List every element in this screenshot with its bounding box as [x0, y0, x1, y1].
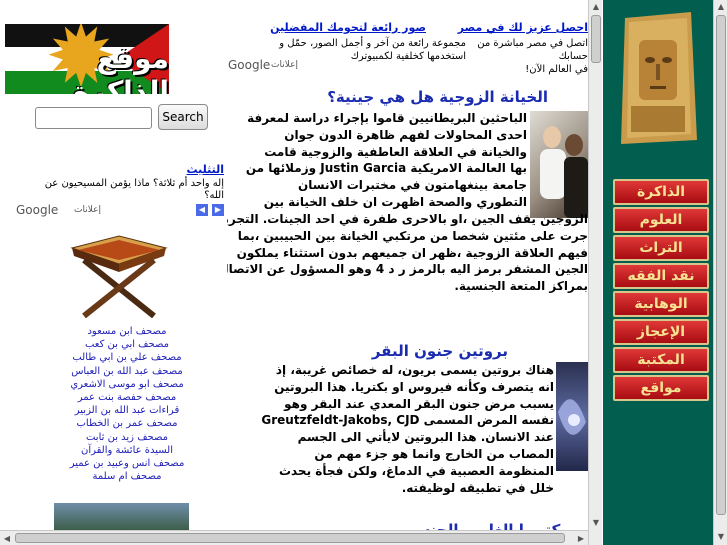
mushaf-links-list: مصحف ابن مسعود مصحف ابي بن كعب مصحف علي … — [37, 325, 217, 483]
top-ad-2-title[interactable]: صور رائعة لتحومك المفضلين — [226, 21, 466, 34]
right-navigation-frame: الذاكرة العلوم التراث نقد الفقه الوهابية… — [603, 0, 713, 545]
nav-item-wahhabism[interactable]: الوهابية — [613, 291, 709, 317]
article-2-heading[interactable]: بروتين جنون البقر — [372, 342, 508, 360]
mushaf-link[interactable]: قراءات عبد الله بن الزبير — [37, 404, 217, 417]
article-line: والخيانة في العلاقة العاطفية والزوجية قا… — [264, 144, 527, 159]
nav-item-sites[interactable]: مواقع — [613, 375, 709, 401]
left-ad-title[interactable]: التثليث — [186, 163, 224, 176]
article-line: المنظومة العصبية في الدماغ، ولكن فجأة يح… — [278, 463, 554, 478]
nav-item-library[interactable]: المكتبة — [613, 347, 709, 373]
ad-prev-icon[interactable]: ◀ — [196, 204, 208, 216]
google-ads-logo[interactable]: Google — [228, 58, 270, 72]
mushaf-link[interactable]: مصحف ابي بن كعب — [37, 338, 217, 351]
horizontal-scroll-thumb[interactable] — [15, 533, 565, 543]
article-line: فيهم العلاقة الزوجية ،ظهر ان جميعهم بدون… — [236, 245, 588, 260]
nav-item-miracle[interactable]: الإعجاز — [613, 319, 709, 345]
top-ad-2-line1: مجموعة رائعة من آخر و أجمل الصور، حمّل و — [279, 38, 466, 49]
nav-item-sciences[interactable]: العلوم — [613, 207, 709, 233]
article-line: بها العالمة الامريكية Justin Garcia وزمل… — [245, 161, 527, 176]
scroll-left-icon[interactable]: ◀ — [0, 532, 14, 545]
top-ad-1: احصل عزيز لك في مصر اتصل في مصر مباشرة م… — [458, 21, 588, 76]
article-line: احدى المحاولات لفهم ظاهرة الدون جوان — [284, 127, 527, 142]
article-1-heading[interactable]: الخيانة الزوجية هل هي جينية؟ — [327, 88, 548, 106]
ads-label[interactable]: إعلانات — [74, 205, 101, 215]
quran-book-icon — [70, 235, 168, 318]
article-1-body-cont: الزوجين يقف الجين ،او بالاحرى طفرة في اح… — [227, 211, 588, 295]
top-ad-1-line1: اتصل في مصر مباشرة من حسابك — [477, 38, 588, 62]
article-line: بمراكز المتعة الجنسية. — [454, 279, 588, 294]
article-2-body: هناك بروتين يسمى بريون، له خصائص غريبة، … — [244, 362, 554, 496]
ad-next-icon[interactable]: ▶ — [212, 204, 224, 216]
top-ad-banner: احصل عزيز لك في مصر اتصل في مصر مباشرة م… — [226, 21, 588, 79]
stone-relief-image — [621, 12, 697, 144]
article-line: الزوجين يقف الجين ،او بالاحرى طفرة في اح… — [227, 212, 588, 226]
article-1-photo — [530, 111, 588, 218]
scroll-up-icon[interactable]: ▲ — [590, 0, 602, 14]
left-ad-box: التثليث إله واحد أم ثلاثة؟ ماذا يؤمن الم… — [14, 162, 227, 218]
scroll-down-icon[interactable]: ▼ — [715, 530, 727, 544]
scroll-down-icon[interactable]: ▼ — [590, 516, 602, 530]
ads-label[interactable]: إعلانات — [271, 60, 298, 70]
mushaf-link[interactable]: مصحف عمر بن الخطاب — [37, 417, 217, 430]
google-ads-logo[interactable]: Google — [16, 203, 58, 217]
scroll-right-icon[interactable]: ▶ — [574, 532, 588, 545]
article-line: التطوري والصحة اظهرت ان خلف الخيانة بين — [263, 194, 527, 209]
top-ad-1-title[interactable]: احصل عزيز لك في مصر — [458, 21, 588, 34]
left-ad-text-1: إله واحد أم ثلاثة؟ ماذا يؤمن المسيحيون ع… — [44, 178, 224, 189]
horizontal-scrollbar[interactable]: ◀ ▶ — [0, 530, 588, 545]
scroll-up-icon[interactable]: ▲ — [715, 0, 727, 14]
mushaf-link[interactable]: مصحف ابن مسعود — [37, 325, 217, 338]
top-ad-1-line2: في العالم الآن! — [525, 64, 588, 75]
article-line: جامعة بينغهامتون في مختبرات الانسان — [298, 178, 527, 193]
logo-text: موقع الذاكرة — [72, 42, 169, 94]
article-line: انه يتصرف وكأنه فيروس او بكتريا. هذا الب… — [274, 379, 554, 394]
browser-viewport: ✹ موقع الذاكرة Search التثليث إله واحد أ… — [0, 0, 727, 545]
article-line: الباحثين البريطانيين قاموا بإجراء دراسة … — [247, 111, 527, 125]
site-logo[interactable]: ✹ موقع الذاكرة — [5, 24, 169, 94]
main-vertical-scrollbar[interactable]: ▲ ▼ — [588, 0, 602, 545]
mushaf-link[interactable]: مصحف انس وعبيد بن عمير — [37, 457, 217, 470]
main-scroll-thumb[interactable] — [591, 15, 601, 63]
mushaf-link[interactable]: مصحف عبد الله بن العباس — [37, 365, 217, 378]
nav-vertical-scrollbar[interactable]: ▲ ▼ — [713, 0, 727, 545]
nav-item-memory[interactable]: الذاكرة — [613, 179, 709, 205]
article-line: يسبب مرض جنون البقر المعدي عند البقر وهو — [284, 396, 554, 411]
article-line: عند الانسان. هذا البروتين لايأتي الى الج… — [297, 430, 554, 445]
nav-scroll-thumb[interactable] — [716, 15, 726, 515]
article-1-body: الباحثين البريطانيين قاموا بإجراء دراسة … — [227, 110, 527, 211]
article-line: جرت على مئتين شخصا من مرتكبي الخيانة بين… — [237, 228, 588, 243]
article-line: الجين المشفر برمز اليه بالرمز ر د 4 وهو … — [227, 262, 588, 277]
article-line: نفسه المرض المسمى Greutzfeldt-Jakobs, CJ… — [261, 413, 554, 428]
mushaf-link[interactable]: مصحف حفصة بنت عمر — [37, 391, 217, 404]
article-line: خلل في تطبيقه لوظيفته. — [401, 480, 554, 495]
search-button[interactable]: Search — [158, 104, 208, 130]
article-2-photo — [556, 362, 588, 471]
search-input[interactable] — [35, 107, 152, 129]
nav-item-fiqh-criticism[interactable]: نقد الفقه — [613, 263, 709, 289]
mushaf-link[interactable]: مصحف علي بن ابي طالب — [37, 351, 217, 364]
bottom-photo — [54, 503, 189, 530]
left-ad-text-2: الله؟ — [204, 190, 224, 201]
nav-item-heritage[interactable]: التراث — [613, 235, 709, 261]
mushaf-link[interactable]: مصحف زيد بن ثابت — [37, 431, 217, 444]
article-line: المصاب من الخارج وانما هو جزء مهم من — [314, 446, 554, 461]
main-content-frame: ✹ موقع الذاكرة Search التثليث إله واحد أ… — [0, 0, 588, 545]
mushaf-link[interactable]: السيدة عائشة والقرآن — [37, 444, 217, 457]
top-ad-2: صور رائعة لتحومك المفضلين مجموعة رائعة م… — [226, 21, 466, 63]
mushaf-link[interactable]: مصحف ام سلمة — [37, 470, 217, 483]
article-line: هناك بروتين يسمى بريون، له خصائص غريبة، … — [275, 363, 554, 377]
mushaf-link[interactable]: مصحف ابو موسى الاشعري — [37, 378, 217, 391]
